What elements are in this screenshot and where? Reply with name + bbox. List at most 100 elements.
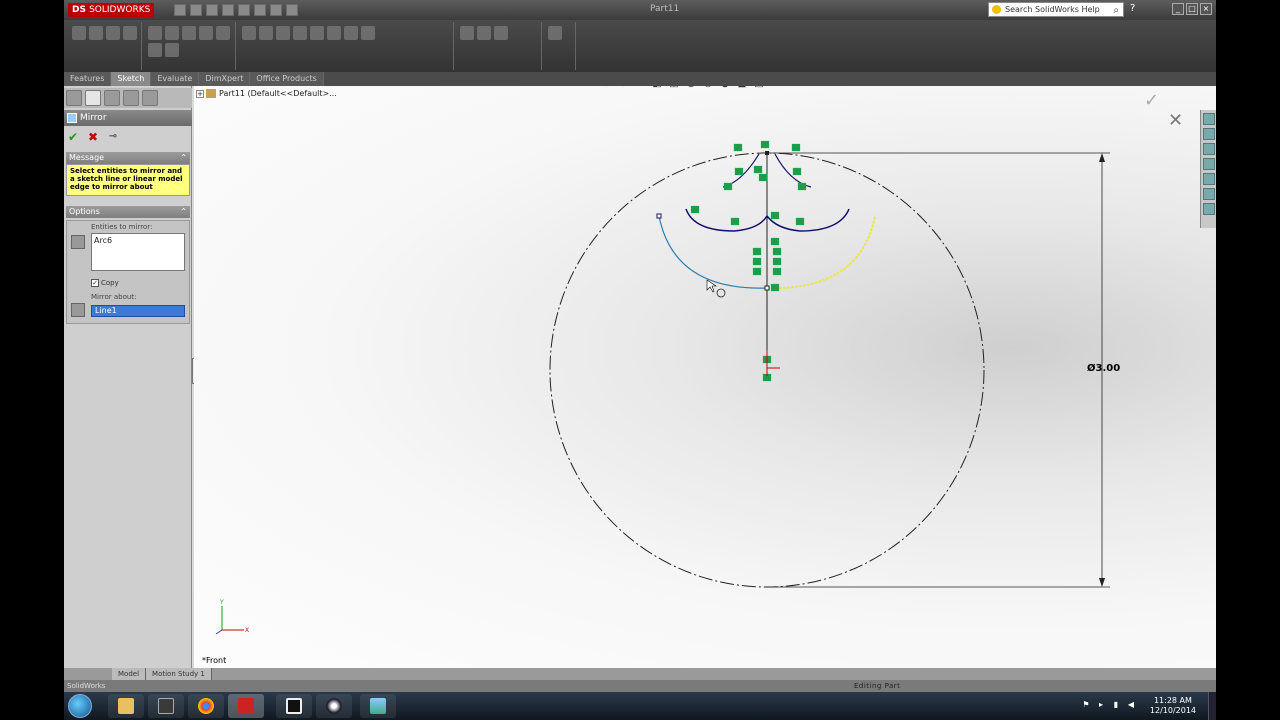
tab-dimxpert[interactable]: DimXpert [199,72,251,86]
point-icon[interactable] [148,43,162,57]
command-manager [64,20,1216,72]
new-icon[interactable] [174,4,186,16]
maximize-button[interactable]: □ [1186,3,1198,15]
graphics-area[interactable]: +Part11 (Default<<Default>... ⊕ ⊕ ↶ ◧ ◫ … [194,86,1216,668]
display-manager-tab-icon[interactable] [142,90,158,106]
repair-icon[interactable] [361,26,375,40]
text-icon[interactable] [165,43,179,57]
panel-tabs [64,88,192,108]
pushpin-button[interactable]: ⊸ [106,130,120,144]
taskbar-solidworks[interactable] [228,694,264,718]
letterbox-left [0,0,64,720]
message-section-header[interactable]: Message ⌃ [66,152,190,164]
solidworks-icon [238,698,254,714]
undo-icon[interactable] [238,4,250,16]
line-icon[interactable] [106,26,120,40]
status-left: SolidWorks [67,682,106,690]
taskbar-media-center[interactable] [316,694,352,718]
trim-icon[interactable] [242,26,256,40]
quick-access-toolbar [174,4,298,16]
tab-features[interactable]: Features [64,72,112,86]
relations-icon[interactable] [344,26,358,40]
print-icon[interactable] [222,4,234,16]
checkbox-icon[interactable]: ✓ [91,279,99,287]
dimxpert-tab-icon[interactable] [123,90,139,106]
volume-icon[interactable]: ◀ [1126,700,1136,710]
smart-dimension-icon[interactable] [89,26,103,40]
open-icon[interactable] [190,4,202,16]
taskbar-image-viewer[interactable] [360,694,396,718]
taskbar-media-player[interactable] [148,694,184,718]
solidworks-logo[interactable]: DS SOLIDWORKS [68,3,155,17]
entities-to-mirror-list[interactable]: Arc6 [91,233,185,271]
sketch-icon[interactable] [72,26,86,40]
quick-snaps-icon[interactable] [460,26,474,40]
rectangle-icon[interactable] [123,26,137,40]
arc-icon[interactable] [165,26,179,40]
configuration-tab-icon[interactable] [104,90,120,106]
endpoint[interactable] [765,151,769,155]
mirror-about-field[interactable]: Line1 [91,305,185,317]
select-icon[interactable] [254,4,266,16]
shaded-sketch-group [544,22,576,70]
sketch-arc-right[interactable] [766,208,850,232]
start-button[interactable] [68,694,92,718]
search-icon[interactable]: ⌕ [1113,4,1119,17]
entities-to-mirror-icon [71,235,85,249]
linear-pattern-icon[interactable] [310,26,324,40]
close-button[interactable]: × [1200,3,1212,15]
circle-icon[interactable] [148,26,162,40]
mirror-header: Mirror [64,110,192,126]
list-item[interactable]: Arc6 [94,236,182,245]
fillet-icon[interactable] [216,26,230,40]
shaded-contours-icon[interactable] [548,26,562,40]
options-section-header[interactable]: Options ⌃ [66,206,190,218]
svg-text:X: X [245,627,249,634]
mirror-about-icon [71,303,85,317]
flag-icon[interactable]: ⚑ [1081,700,1091,710]
help-search-input[interactable]: Search SolidWorks Help ⌕ [988,2,1124,17]
taskbar-chrome[interactable] [188,694,224,718]
tab-model[interactable]: Model [112,668,147,680]
rebuild-icon[interactable] [270,4,282,16]
tab-sketch[interactable]: Sketch [111,72,152,86]
endpoint[interactable] [656,213,662,219]
collapse-icon[interactable]: ⌃ [180,206,187,218]
spline-icon[interactable] [182,26,196,40]
modify-tools-group [238,22,454,70]
tab-office-products[interactable]: Office Products [250,72,324,86]
rapid-sketch-icon[interactable] [477,26,491,40]
windows-taskbar: ⚑ ▸ ▮ ◀ 11:28 AM 12/10/2014 [64,692,1216,720]
help-button[interactable]: ? [1130,3,1135,14]
mirror-icon[interactable] [293,26,307,40]
show-desktop-button[interactable] [1208,692,1216,720]
cancel-button[interactable]: ✖ [86,130,100,144]
ok-button[interactable]: ✔ [66,130,80,144]
clock[interactable]: 11:28 AM 12/10/2014 [1150,696,1196,716]
instant2d-icon[interactable] [494,26,508,40]
view-orientation-label: *Front [202,656,227,665]
minimize-button[interactable]: _ [1172,3,1184,15]
arrow-icon[interactable]: ▸ [1096,700,1106,710]
endpoint[interactable] [764,285,770,291]
taskbar-explorer[interactable] [108,694,144,718]
save-icon[interactable] [206,4,218,16]
feature-tree-tab-icon[interactable] [66,90,82,106]
network-icon[interactable]: ▮ [1111,700,1121,710]
copy-checkbox[interactable]: ✓ Copy [91,279,119,287]
options-icon[interactable] [286,4,298,16]
offset-icon[interactable] [276,26,290,40]
tab-evaluate[interactable]: Evaluate [151,72,200,86]
arc6-selected[interactable] [658,215,768,289]
diameter-dimension[interactable]: Ø3.00 [1087,363,1120,374]
dimension-arrow-top [1099,153,1105,162]
collapse-icon[interactable]: ⌃ [180,152,187,164]
property-manager-tab-icon[interactable] [85,90,101,106]
move-icon[interactable] [327,26,341,40]
tab-motion-study-1[interactable]: Motion Study 1 [146,668,212,680]
dimension-arrow-bottom [1099,578,1105,587]
ellipse-icon[interactable] [199,26,213,40]
sketch-canvas[interactable]: Y X [194,86,1216,668]
taskbar-tablet[interactable] [276,694,312,718]
convert-icon[interactable] [259,26,273,40]
